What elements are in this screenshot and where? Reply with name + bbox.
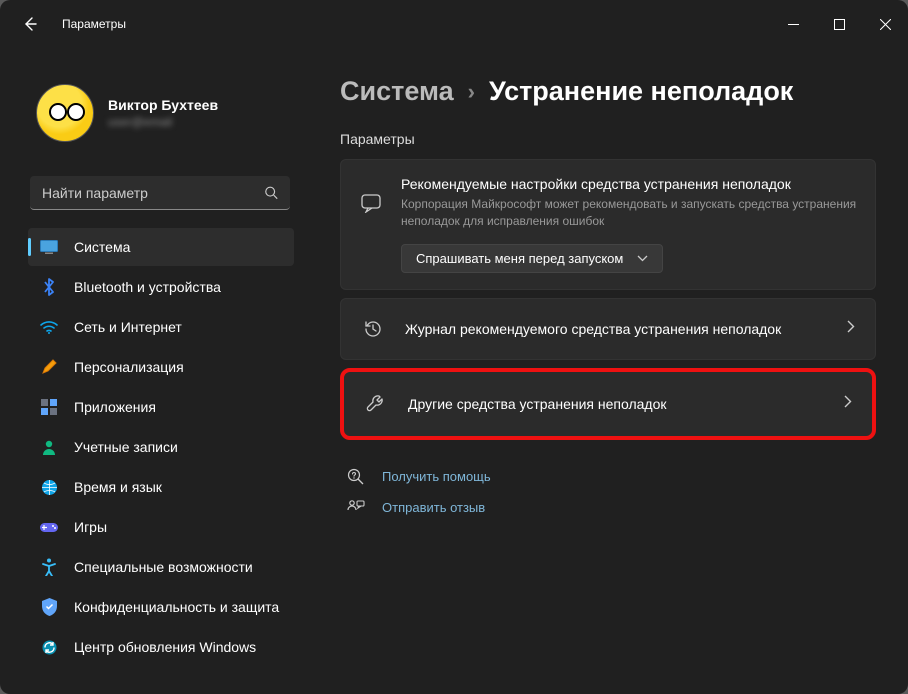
footer-links: Получить помощь Отправить отзыв [340,468,876,516]
nav-network[interactable]: Сеть и Интернет [28,308,294,346]
card-subtitle: Корпорация Майкрософт может рекомендоват… [401,196,857,230]
get-help-link[interactable]: Получить помощь [340,468,876,486]
footer-link-label: Получить помощь [382,469,491,484]
footer-link-label: Отправить отзыв [382,500,485,515]
nav-accounts[interactable]: Учетные записи [28,428,294,466]
avatar [36,84,94,142]
search-input[interactable] [42,185,264,201]
bluetooth-icon [40,278,58,296]
brush-icon [40,358,58,376]
close-icon [880,19,891,30]
nav-apps[interactable]: Приложения [28,388,294,426]
search-box[interactable] [30,176,290,210]
help-icon [346,468,366,486]
chat-icon [359,193,383,213]
minimize-button[interactable] [770,3,816,45]
close-button[interactable] [862,3,908,45]
troubleshoot-mode-dropdown[interactable]: Спрашивать меня перед запуском [401,244,663,273]
back-button[interactable] [20,14,40,34]
nav-accessibility[interactable]: Специальные возможности [28,548,294,586]
minimize-icon [788,19,799,30]
apps-icon [40,398,58,416]
nav-windows-update[interactable]: Центр обновления Windows [28,628,294,666]
monitor-icon [40,238,58,256]
nav-label: Bluetooth и устройства [74,279,221,295]
profile-name: Виктор Бухтеев [108,97,218,113]
update-icon [40,638,58,656]
nav-gaming[interactable]: Игры [28,508,294,546]
chevron-right-icon [844,395,852,413]
accessibility-icon [40,558,58,576]
feedback-link[interactable]: Отправить отзыв [340,500,876,516]
nav-label: Сеть и Интернет [74,319,182,335]
nav-label: Персонализация [74,359,184,375]
shield-icon [40,598,58,616]
arrow-left-icon [22,16,38,32]
nav-label: Центр обновления Windows [74,639,256,655]
chevron-down-icon [637,255,648,262]
titlebar: Параметры [0,0,908,48]
window-title: Параметры [62,17,126,31]
nav-time-language[interactable]: Время и язык [28,468,294,506]
wrench-icon [364,393,388,414]
maximize-icon [834,19,845,30]
chevron-right-icon [847,320,855,338]
dropdown-value: Спрашивать меня перед запуском [416,251,623,266]
breadcrumb: Система › Устранение неполадок [340,76,876,107]
person-icon [40,438,58,456]
recommended-settings-card: Рекомендуемые настройки средства устране… [340,159,876,290]
maximize-button[interactable] [816,3,862,45]
nav-label: Приложения [74,399,156,415]
nav-label: Время и язык [74,479,162,495]
section-label: Параметры [340,131,876,147]
search-icon [264,185,278,200]
feedback-icon [346,500,366,516]
history-link[interactable]: Журнал рекомендуемого средства устранени… [340,298,876,360]
gamepad-icon [40,518,58,536]
nav-label: Специальные возможности [74,559,253,575]
history-icon [361,319,385,339]
settings-window: Параметры Виктор Бухтеев user@email [0,0,908,694]
profile-block[interactable]: Виктор Бухтеев user@email [0,48,304,170]
nav-privacy[interactable]: Конфиденциальность и защита [28,588,294,626]
nav-label: Учетные записи [74,439,178,455]
clock-globe-icon [40,478,58,496]
sidebar: Виктор Бухтеев user@email Система Blueto… [0,48,310,694]
other-troubleshooters-link[interactable]: Другие средства устранения неполадок [340,368,876,440]
profile-email: user@email [108,115,218,129]
breadcrumb-parent[interactable]: Система [340,76,454,107]
nav-personalization[interactable]: Персонализация [28,348,294,386]
nav-label: Игры [74,519,107,535]
nav-label: Конфиденциальность и защита [74,599,279,615]
main-panel: Система › Устранение неполадок Параметры… [310,48,908,694]
nav-list: Система Bluetooth и устройства Сеть и Ин… [0,228,304,666]
nav-system[interactable]: Система [28,228,294,266]
link-label: Другие средства устранения неполадок [408,396,824,412]
card-title: Рекомендуемые настройки средства устране… [401,176,857,192]
nav-label: Система [74,239,130,255]
link-label: Журнал рекомендуемого средства устранени… [405,321,827,337]
nav-bluetooth[interactable]: Bluetooth и устройства [28,268,294,306]
wifi-icon [40,318,58,336]
breadcrumb-current: Устранение неполадок [489,76,793,107]
chevron-right-icon: › [468,79,475,105]
